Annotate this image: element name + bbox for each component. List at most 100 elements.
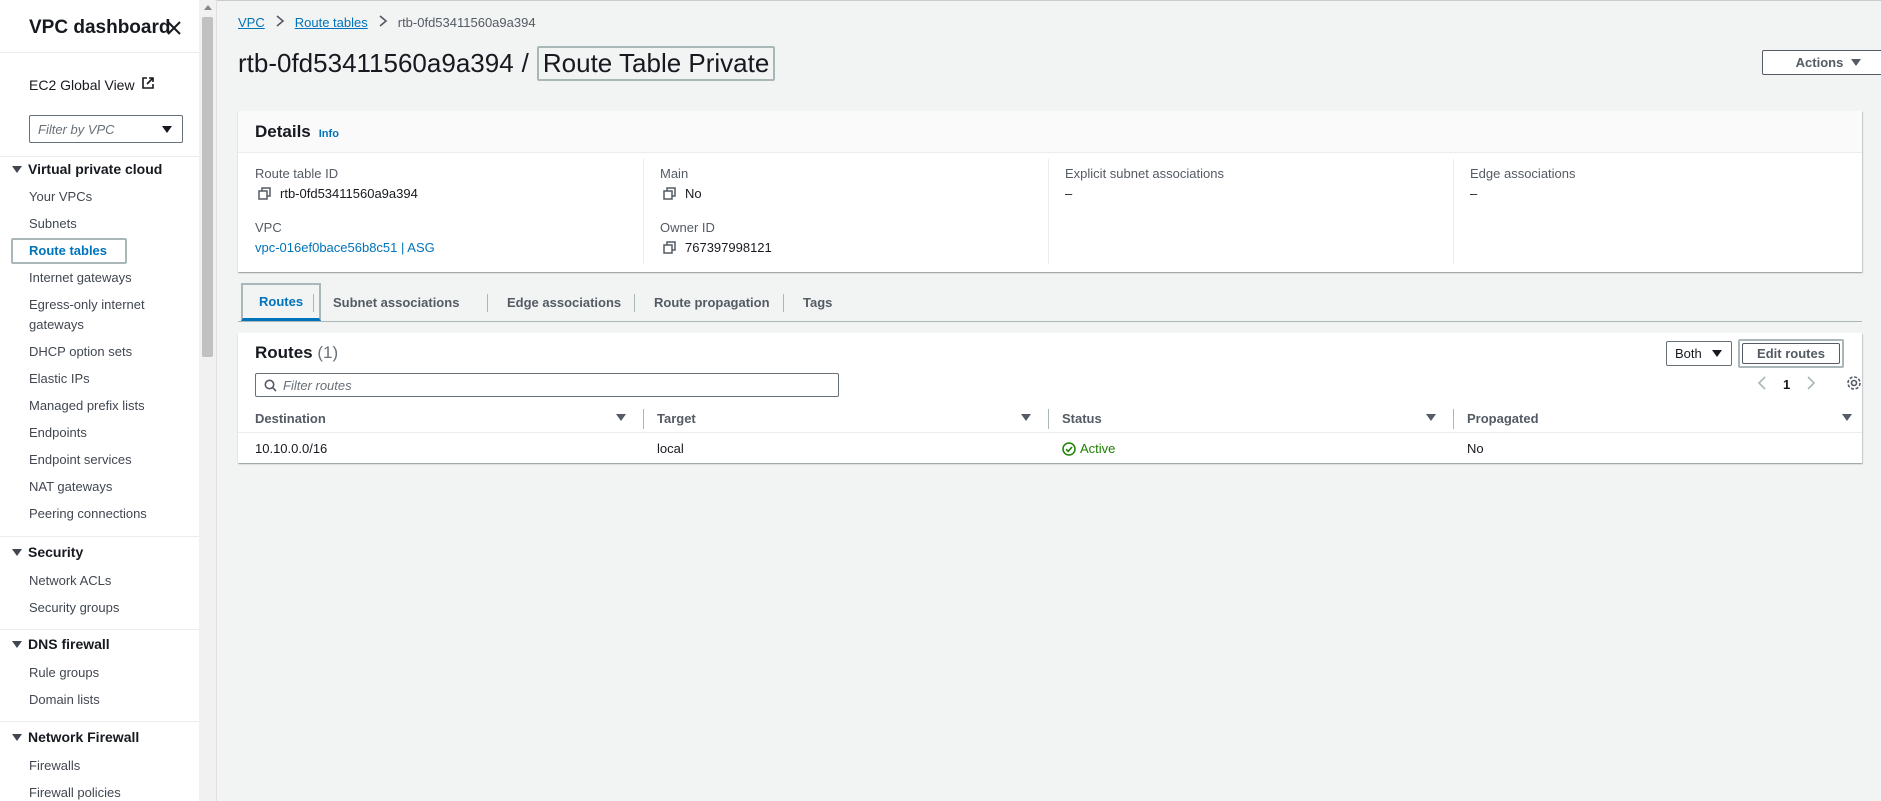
sidebar-item-endpoints[interactable]: Endpoints [29, 423, 169, 443]
caret-down-icon [12, 548, 22, 556]
actions-label: Actions [1795, 55, 1844, 70]
main-text: No [685, 186, 702, 201]
sidebar-item-peering-connections[interactable]: Peering connections [29, 504, 169, 524]
sidebar-title: VPC dashboard [29, 17, 171, 38]
sort-icon[interactable] [616, 414, 626, 421]
sidebar-item-rule-groups[interactable]: Rule groups [29, 663, 169, 683]
gear-icon[interactable] [1846, 375, 1862, 394]
sidebar-item-subnets[interactable]: Subnets [29, 214, 169, 234]
chevron-left-icon[interactable] [1757, 376, 1767, 393]
external-link-icon [141, 76, 155, 93]
section-title: Security [28, 544, 84, 560]
tab-tags[interactable]: Tags [787, 284, 848, 320]
sidebar-item-internet-gateways[interactable]: Internet gateways [29, 268, 169, 288]
section-security[interactable]: Security [12, 544, 83, 560]
sidebar-item-your-vpcs[interactable]: Your VPCs [29, 187, 169, 207]
caret-down-icon [162, 125, 172, 133]
tab-separator [634, 294, 635, 312]
column-divider [643, 159, 644, 264]
breadcrumb: VPC Route tables rtb-0fd53411560a9a394 [238, 15, 536, 30]
page-number[interactable]: 1 [1783, 377, 1790, 392]
column-header-propagated[interactable]: Propagated [1467, 411, 1539, 426]
breadcrumb-vpc-link[interactable]: VPC [238, 15, 265, 30]
routes-count: (1) [317, 343, 339, 362]
sort-icon[interactable] [1426, 414, 1436, 421]
sidebar-item-dhcp-option-sets[interactable]: DHCP option sets [29, 342, 169, 362]
breadcrumb-route-tables-link[interactable]: Route tables [295, 15, 368, 30]
tab-separator [487, 294, 488, 312]
column-header-destination[interactable]: Destination [255, 411, 326, 426]
sidebar-item-firewalls[interactable]: Firewalls [29, 756, 169, 776]
caret-down-icon [1711, 350, 1722, 357]
section-title: Network Firewall [28, 729, 140, 745]
routes-panel: Routes (1) Both Edit routes Filter route… [238, 333, 1862, 463]
column-divider[interactable] [643, 409, 644, 429]
route-filter-select[interactable]: Both [1666, 341, 1732, 366]
chevron-right-icon [378, 15, 388, 30]
main-content: VPC Route tables rtb-0fd53411560a9a394 r… [217, 0, 1881, 801]
sidebar-item-egress-only-internet-gateways[interactable]: Egress-only internet gateways [29, 295, 169, 335]
sidebar-item-security-groups[interactable]: Security groups [29, 598, 169, 618]
route-filter-value: Both [1675, 346, 1702, 361]
sort-icon[interactable] [1842, 414, 1852, 421]
caret-down-icon [12, 165, 22, 173]
owner-id-value: 767397998121 [663, 240, 772, 255]
sidebar-divider [0, 52, 199, 53]
explicit-subnet-associations-value: – [1065, 186, 1073, 201]
details-heading: Details [255, 122, 311, 141]
sidebar-item-ec2-global-view[interactable]: EC2 Global View [29, 76, 155, 93]
sidebar-item-managed-prefix-lists[interactable]: Managed prefix lists [29, 396, 169, 416]
filter-routes-input[interactable]: Filter routes [255, 373, 839, 397]
column-header-status[interactable]: Status [1062, 411, 1102, 426]
page-title-separator: / [521, 48, 529, 78]
edit-routes-button[interactable]: Edit routes [1738, 339, 1844, 368]
chevron-right-icon[interactable] [1806, 376, 1816, 393]
route-destination: 10.10.0.0/16 [255, 441, 328, 456]
copy-icon[interactable] [258, 186, 272, 201]
section-virtual-private-cloud[interactable]: Virtual private cloud [12, 161, 162, 177]
sidebar-item-network-acls[interactable]: Network ACLs [29, 571, 169, 591]
close-icon[interactable] [164, 18, 184, 38]
sidebar-divider [0, 721, 199, 722]
chevron-right-icon [275, 15, 285, 30]
sidebar-item-nat-gateways[interactable]: NAT gateways [29, 477, 169, 497]
tab-routes[interactable]: Routes [241, 283, 322, 321]
sidebar-divider [0, 156, 199, 157]
section-dns-firewall[interactable]: DNS firewall [12, 636, 110, 652]
filter-by-vpc-placeholder: Filter by VPC [38, 121, 115, 137]
sidebar-item-firewall-policies[interactable]: Firewall policies [29, 783, 169, 801]
column-divider[interactable] [1453, 409, 1454, 429]
tab-subnet-associations[interactable]: Subnet associations [317, 284, 475, 320]
sidebar-item-route-tables[interactable]: Route tables [29, 241, 169, 261]
route-status: Active [1062, 441, 1115, 456]
tab-edge-associations[interactable]: Edge associations [491, 284, 637, 320]
column-divider [1453, 159, 1454, 264]
caret-down-icon [12, 640, 22, 648]
sort-icon[interactable] [1021, 414, 1031, 421]
main-value: No [663, 186, 702, 201]
route-table-id-text: rtb-0fd53411560a9a394 [280, 186, 418, 201]
sidebar-scrollbar[interactable] [199, 0, 217, 801]
details-header: Details Info [238, 111, 1862, 153]
main-label: Main [660, 166, 689, 181]
route-target: local [657, 441, 684, 456]
sidebar-item-elastic-ips[interactable]: Elastic IPs [29, 369, 169, 389]
pagination: 1 [1757, 375, 1862, 394]
scroll-up-icon[interactable] [204, 5, 212, 10]
sidebar-item-endpoint-services[interactable]: Endpoint services [29, 450, 169, 470]
caret-down-icon [1851, 59, 1862, 66]
scrollbar-thumb[interactable] [202, 17, 213, 357]
vpc-link[interactable]: vpc-016ef0bace56b8c51 | ASG [255, 240, 435, 255]
section-network-firewall[interactable]: Network Firewall [12, 729, 139, 745]
copy-icon[interactable] [663, 240, 677, 255]
sidebar-item-domain-lists[interactable]: Domain lists [29, 690, 169, 710]
copy-icon[interactable] [663, 186, 677, 201]
column-divider[interactable] [1048, 409, 1049, 429]
tab-route-propagation[interactable]: Route propagation [638, 284, 786, 320]
info-link[interactable]: Info [319, 128, 339, 140]
page-title-id: rtb-0fd53411560a9a394 [238, 48, 514, 78]
vpc-label: VPC [255, 220, 282, 235]
column-header-target[interactable]: Target [657, 411, 696, 426]
actions-button[interactable]: Actions [1762, 50, 1881, 75]
filter-by-vpc-select[interactable]: Filter by VPC [29, 115, 183, 143]
